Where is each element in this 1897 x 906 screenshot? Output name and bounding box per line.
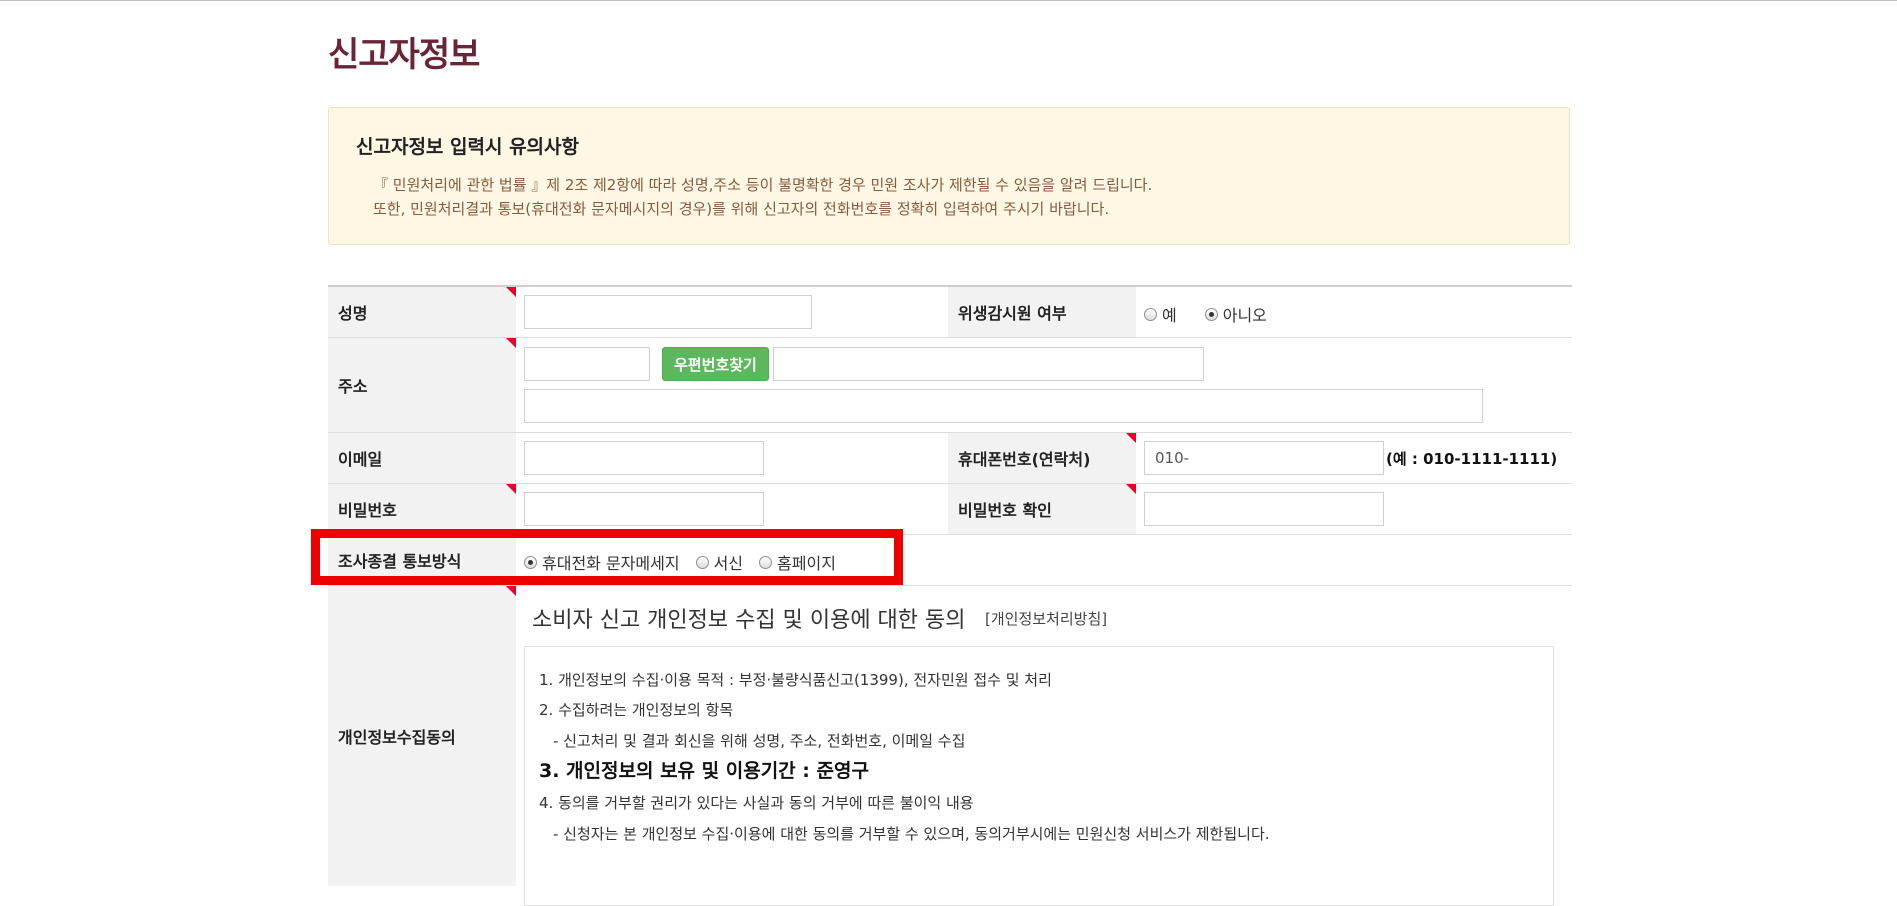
radio-label: 홈페이지 <box>777 554 836 573</box>
notice-line: 또한, 민원처리결과 통보(휴대전화 문자메시지의 경우)를 위해 신고자의 전… <box>373 200 1110 218</box>
email-label: 이메일 <box>328 433 516 483</box>
radio-label: 아니오 <box>1222 306 1267 325</box>
inspector-option-no[interactable]: 아니오 <box>1204 302 1267 326</box>
inspector-radio-group: 예 아니오 <box>1144 302 1295 326</box>
consent-item: - 신고처리 및 결과 회신을 위해 성명, 주소, 전화번호, 이메일 수집 <box>553 732 966 750</box>
radio-button-checked[interactable] <box>524 555 537 569</box>
address-input[interactable] <box>773 347 1204 381</box>
name-label: 성명 <box>328 287 516 337</box>
email-input[interactable] <box>524 441 764 475</box>
notice-title: 신고자정보 입력시 유의사항 <box>356 136 579 158</box>
inspector-option-yes[interactable]: 예 <box>1144 302 1177 326</box>
form-row-email: 이메일 휴대폰번호(연락처) (예 : 010-1111-1111) <box>328 433 1572 484</box>
mobile-format-hint: (예 : 010-1111-1111) <box>1386 450 1558 468</box>
form-row-address: 주소 우편번호찾기 <box>328 338 1572 433</box>
consent-item: 3. 개인정보의 보유 및 이용기간 : 준영구 <box>539 760 869 782</box>
radio-button[interactable] <box>1144 307 1157 321</box>
zipcode-input[interactable] <box>524 347 650 381</box>
inspector-label: 위생감시원 여부 <box>948 287 1136 337</box>
notify-option-homepage[interactable]: 홈페이지 <box>759 550 836 574</box>
form-row-privacy: 개인정보수집동의 소비자 신고 개인정보 수집 및 이용에 대한 동의 [개인정… <box>328 586 1572 906</box>
form-row-password: 비밀번호 비밀번호 확인 <box>328 484 1572 535</box>
consent-item: - 신청자는 본 개인정보 수집·이용에 대한 동의를 거부할 수 있으며, 동… <box>553 825 1270 843</box>
notify-method-radio-group: 휴대전화 문자메세지 서신 홈페이지 <box>524 550 852 574</box>
notice-line: 『 민원처리에 관한 법률 』제 2조 제2항에 따라 성명,주소 등이 불명확… <box>373 176 1153 194</box>
address-detail-input[interactable] <box>524 389 1483 423</box>
page-title: 신고자정보 <box>328 35 480 75</box>
radio-button-checked[interactable] <box>1204 307 1218 321</box>
notice-box: 신고자정보 입력시 유의사항 『 민원처리에 관한 법률 』제 2조 제2항에 … <box>328 107 1570 245</box>
name-input[interactable] <box>524 295 812 329</box>
notify-option-sms[interactable]: 휴대전화 문자메세지 <box>524 550 680 574</box>
consent-item: 4. 동의를 거부할 권리가 있다는 사실과 동의 거부에 따른 불이익 내용 <box>539 794 974 812</box>
password-confirm-input[interactable] <box>1144 492 1384 526</box>
mobile-label: 휴대폰번호(연락처) <box>948 433 1136 483</box>
privacy-heading: 소비자 신고 개인정보 수집 및 이용에 대한 동의 <box>532 608 966 633</box>
radio-label: 서신 <box>713 554 744 573</box>
privacy-policy-link[interactable]: [개인정보처리방침] <box>985 608 1107 629</box>
consent-item: 1. 개인정보의 수집·이용 목적 : 부정·불량식품신고(1399), 전자민… <box>539 671 1052 689</box>
form-row-name: 성명 위생감시원 여부 예 아니오 <box>328 287 1572 338</box>
radio-label: 예 <box>1162 306 1177 325</box>
radio-label: 휴대전화 문자메세지 <box>542 554 680 573</box>
radio-button[interactable] <box>759 555 773 569</box>
password-label: 비밀번호 <box>328 484 516 534</box>
consent-item: 2. 수집하려는 개인정보의 항목 <box>539 701 734 719</box>
mobile-input[interactable] <box>1144 441 1384 475</box>
notify-option-letter[interactable]: 서신 <box>695 550 744 574</box>
radio-button[interactable] <box>695 555 709 569</box>
zipcode-search-button[interactable]: 우편번호찾기 <box>662 347 769 381</box>
notify-method-label: 조사종결 통보방식 <box>328 535 516 585</box>
form-row-notify-method: 조사종결 통보방식 휴대전화 문자메세지 서신 홈페이지 <box>328 535 1572 586</box>
password-confirm-label: 비밀번호 확인 <box>948 484 1136 534</box>
privacy-consent-box: 1. 개인정보의 수집·이용 목적 : 부정·불량식품신고(1399), 전자민… <box>524 646 1554 906</box>
address-label: 주소 <box>328 338 516 432</box>
privacy-label: 개인정보수집동의 <box>328 586 516 886</box>
reporter-form: 성명 위생감시원 여부 예 아니오 주소 우편번호찾기 이메일 휴대폰번호(연락… <box>311 285 1572 906</box>
password-input[interactable] <box>524 492 764 526</box>
